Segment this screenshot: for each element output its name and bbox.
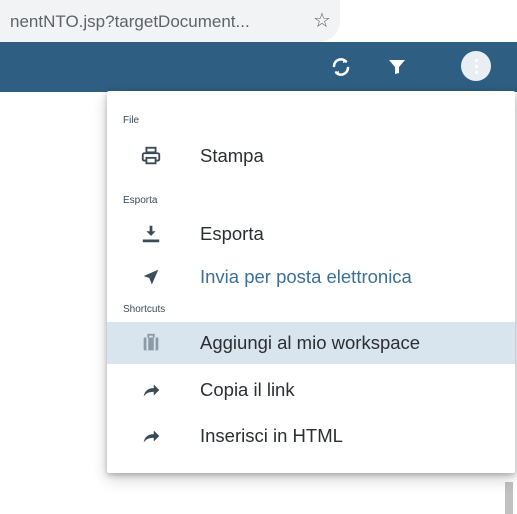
star-outline-icon[interactable]: ☆ (311, 10, 333, 32)
scrollbar[interactable] (505, 482, 513, 514)
menu-item-copia[interactable]: Copia il link (107, 369, 515, 411)
menu-item-label: Stampa (200, 145, 264, 166)
refresh-icon[interactable] (329, 55, 353, 79)
menu-item-label: Inserisci in HTML (200, 425, 343, 446)
menu-item-label: Aggiungi al mio workspace (200, 332, 421, 353)
filter-icon[interactable] (385, 55, 409, 79)
menu-item-invia[interactable]: Invia per posta elettronica (107, 256, 515, 298)
share-arrow-icon (143, 384, 160, 397)
more-vertical-icon[interactable] (461, 51, 491, 81)
send-icon (143, 269, 159, 285)
menu-item-label: Copia il link (200, 379, 295, 400)
menu-item-label: Esporta (200, 223, 264, 244)
section-label-esporta: Esporta (123, 195, 158, 206)
app-toolbar (0, 42, 517, 92)
address-bar[interactable]: nentNTO.jsp?targetDocument... ☆ (0, 0, 340, 42)
menu-item-label: Invia per posta elettronica (200, 266, 412, 287)
menu-item-aggiungi[interactable]: Aggiungi al mio workspace (107, 322, 515, 364)
section-label-file: File (123, 115, 140, 126)
menu-item-esporta[interactable]: Esporta (107, 213, 515, 255)
address-url[interactable]: nentNTO.jsp?targetDocument... (10, 12, 250, 32)
menu-item-stampa[interactable]: Stampa (107, 135, 515, 177)
menu-item-inserisci[interactable]: Inserisci in HTML (107, 415, 515, 457)
printer-icon (141, 146, 161, 165)
briefcase-icon (143, 333, 159, 351)
actions-menu: File Stampa Esporta Esporta Invia per po… (107, 91, 515, 473)
section-label-shortcuts: Shortcuts (123, 304, 166, 315)
share-arrow-icon (143, 430, 160, 443)
download-icon (142, 225, 160, 243)
